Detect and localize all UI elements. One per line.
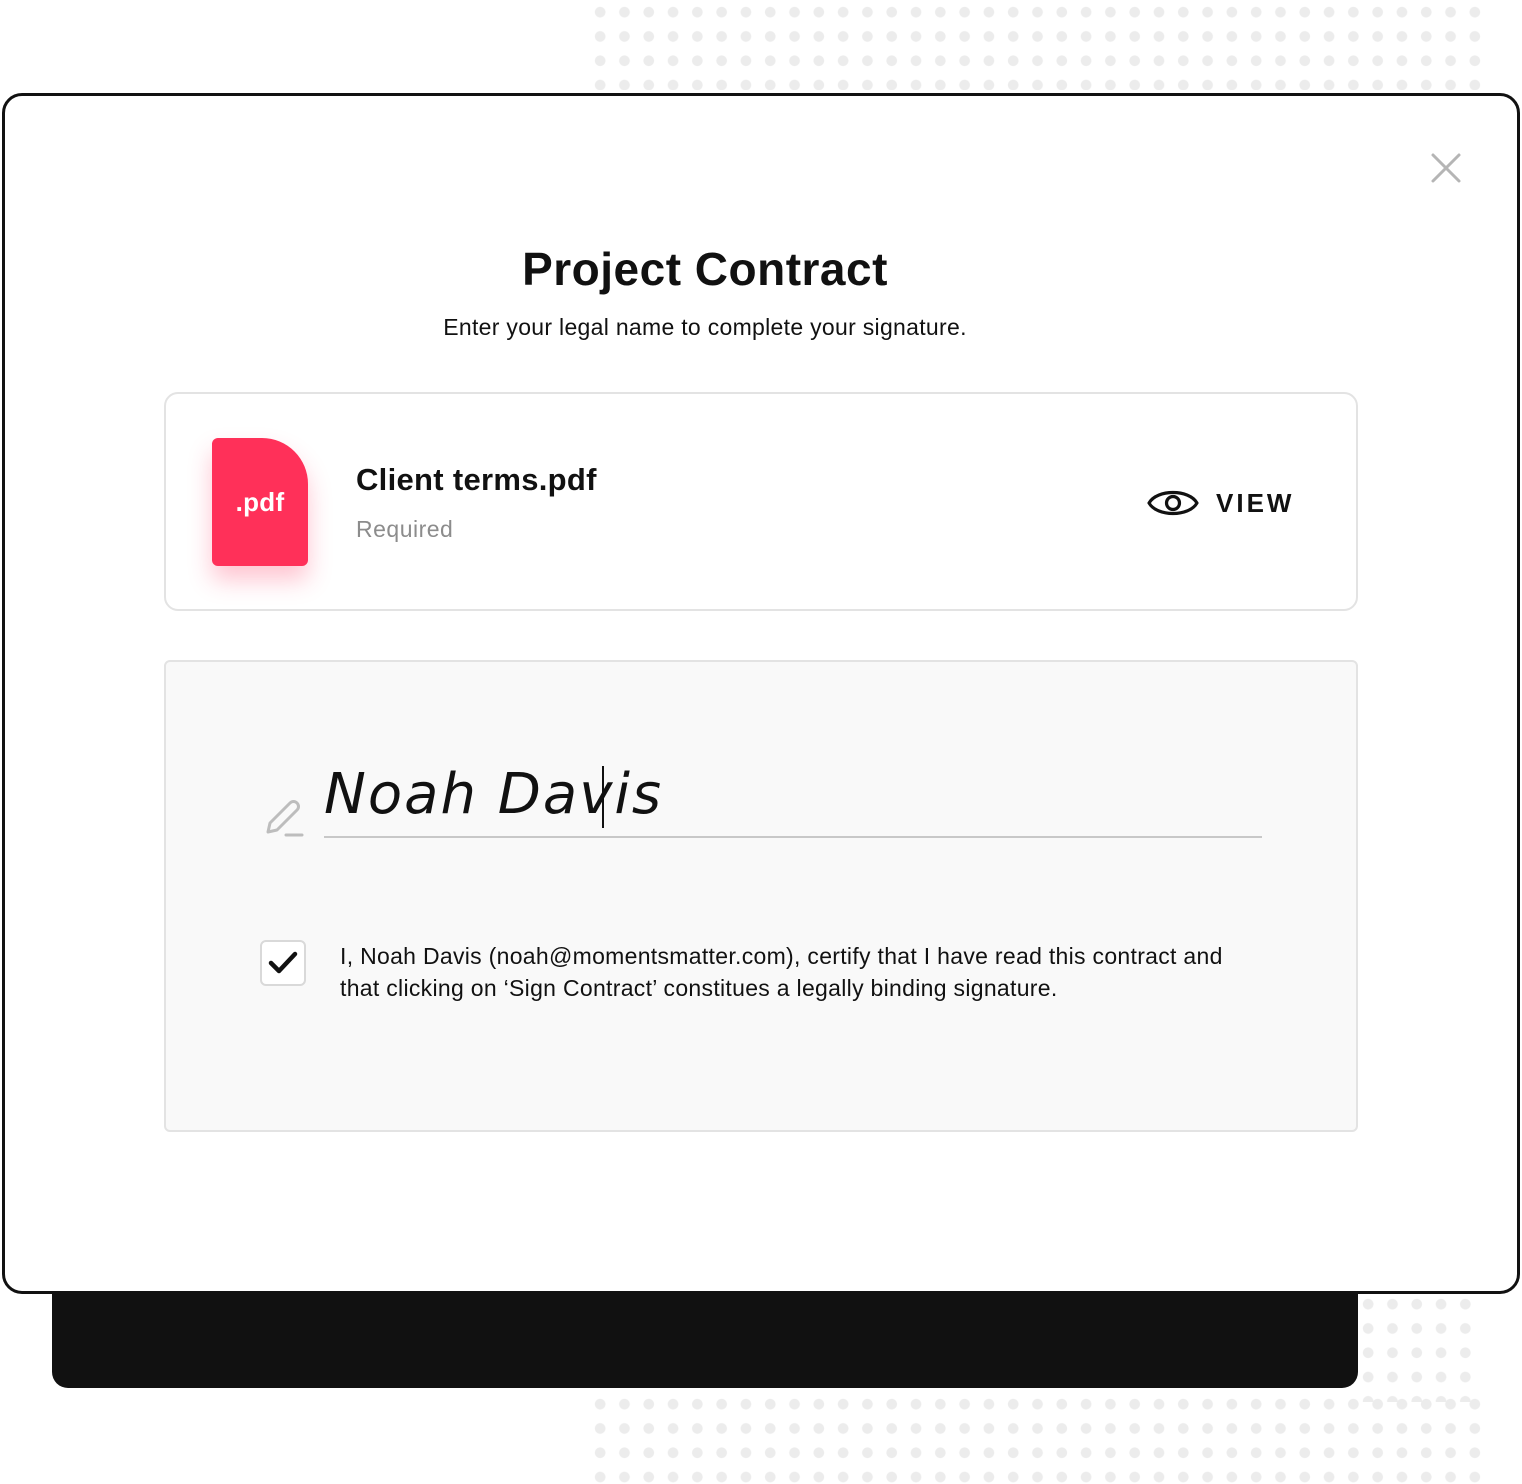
document-status: Required xyxy=(356,516,454,542)
consent-checkbox[interactable] xyxy=(260,940,306,986)
decorative-dot-pattern-right xyxy=(1356,1292,1482,1402)
decorative-dot-pattern-top xyxy=(588,0,1482,90)
checkmark-icon xyxy=(268,951,298,974)
eye-icon xyxy=(1147,491,1199,515)
close-button[interactable] xyxy=(1424,146,1468,190)
view-document-label: VIEW xyxy=(1216,487,1295,518)
document-name: Client terms.pdf xyxy=(356,462,597,497)
pen-icon xyxy=(266,800,304,837)
view-document-button[interactable]: VIEW xyxy=(1146,478,1294,528)
page-title: Project Contract xyxy=(522,243,888,295)
page-subtitle: Enter your legal name to complete your s… xyxy=(443,314,967,340)
decorative-dot-pattern-bottom xyxy=(588,1392,1482,1484)
pdf-file-icon: .pdf xyxy=(212,438,308,566)
signature-panel xyxy=(164,660,1358,1132)
signature-name-input[interactable] xyxy=(324,752,1262,838)
consent-statement: I, Noah Davis (noah@momentsmatter.com), … xyxy=(340,943,1223,1001)
text-cursor xyxy=(602,766,604,828)
file-type-label: .pdf xyxy=(235,486,285,517)
close-icon xyxy=(1431,153,1461,183)
